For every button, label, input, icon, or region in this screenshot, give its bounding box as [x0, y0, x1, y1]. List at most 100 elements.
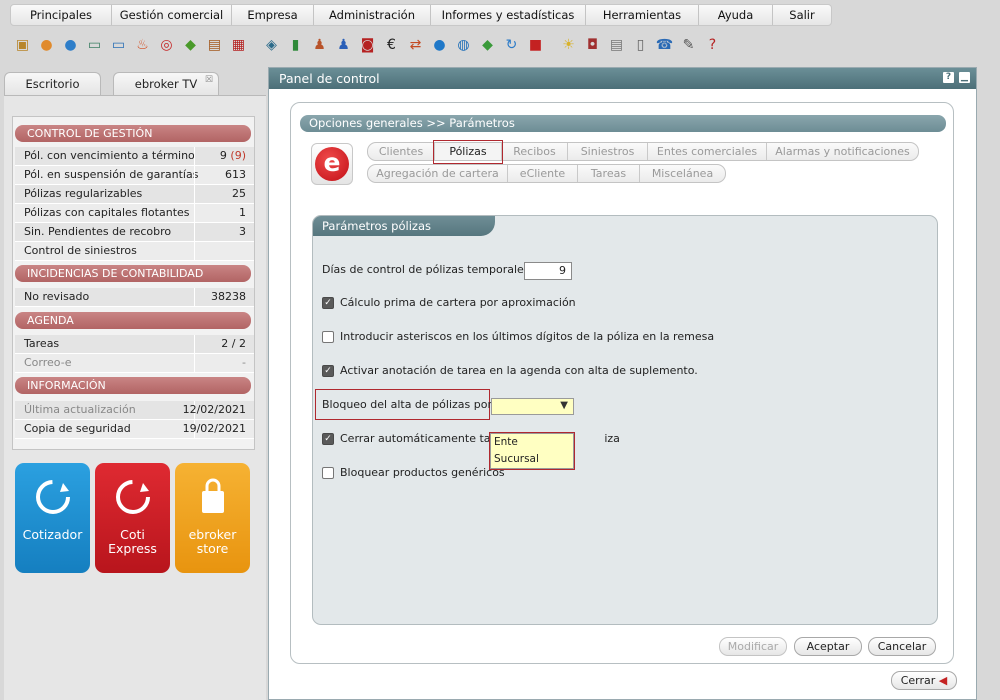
- bloqueo-select[interactable]: ▼: [491, 398, 574, 415]
- dias-label: Días de control de pólizas temporales: [322, 263, 530, 276]
- minimize-icon[interactable]: ▁: [959, 72, 970, 83]
- globe-icon[interactable]: ◍: [453, 35, 474, 56]
- tab-clientes[interactable]: Clientes: [368, 143, 435, 160]
- euro-icon[interactable]: €: [381, 35, 402, 56]
- tab-recibos[interactable]: Recibos: [502, 143, 568, 160]
- camera-icon[interactable]: ◘: [582, 35, 603, 56]
- agenda-row[interactable]: Tareas 2 / 2: [15, 335, 254, 354]
- menu-ayuda[interactable]: Ayuda: [699, 5, 773, 25]
- note-icon[interactable]: ▤: [606, 35, 627, 56]
- info-row: Copia de seguridad 19/02/2021: [15, 420, 254, 439]
- ebroker-store-tile[interactable]: ebroker store: [175, 463, 250, 573]
- menu-principales[interactable]: Principales: [11, 5, 112, 25]
- shopping-bag-icon: [201, 478, 224, 513]
- help-icon[interactable]: ?: [943, 72, 954, 83]
- control-row[interactable]: Pól. con vencimiento a término 9 (9): [15, 147, 254, 166]
- control-row[interactable]: Pólizas regularizables 25: [15, 185, 254, 204]
- tab-ebroker-tv-label: ebroker TV: [134, 77, 198, 91]
- modificar-button[interactable]: Modificar: [719, 637, 787, 656]
- aceptar-button[interactable]: Aceptar: [794, 637, 862, 656]
- options-tabs-row1: Clientes Pólizas Recibos Siniestros Ente…: [367, 140, 919, 164]
- coti-express-tile[interactable]: Coti Express: [95, 463, 170, 573]
- tab-entes-comerciales[interactable]: Entes comerciales: [648, 143, 767, 160]
- control-row[interactable]: Pólizas con capitales flotantes 1: [15, 204, 254, 223]
- tab-agregacion-cartera[interactable]: Agregación de cartera: [368, 165, 508, 182]
- help-icon[interactable]: ?: [702, 35, 723, 56]
- section-header-informacion: INFORMACIÓN: [15, 377, 251, 394]
- tag-icon[interactable]: ◆: [180, 35, 201, 56]
- check-row[interactable]: Introducir asteriscos en los últimos díg…: [322, 329, 714, 345]
- agenda-row[interactable]: Correo-e -: [15, 354, 254, 373]
- wrench-icon[interactable]: ✎: [678, 35, 699, 56]
- menu-informes[interactable]: Informes y estadísticas: [431, 5, 586, 25]
- cotizador-tile[interactable]: Cotizador: [15, 463, 90, 573]
- card-icon[interactable]: ▭: [84, 35, 105, 56]
- diamond-icon[interactable]: ◆: [477, 35, 498, 56]
- g-icon[interactable]: ■: [525, 35, 546, 56]
- tab-miscelanea[interactable]: Miscelánea: [640, 165, 725, 182]
- tab-ebroker-tv[interactable]: ebroker TV ☒: [113, 72, 219, 96]
- menu-empresa[interactable]: Empresa: [232, 5, 314, 25]
- user-blue-icon[interactable]: ●: [60, 35, 81, 56]
- bag-icon[interactable]: ▦: [228, 35, 249, 56]
- checkbox-checked[interactable]: ✓: [322, 365, 334, 377]
- menu-gestion-comercial[interactable]: Gestión comercial: [112, 5, 232, 25]
- circle-e-icon[interactable]: ●: [429, 35, 450, 56]
- exit-icon: ◀: [938, 674, 948, 687]
- tab-tareas[interactable]: Tareas: [578, 165, 640, 182]
- cancelar-button[interactable]: Cancelar: [868, 637, 936, 656]
- check-row[interactable]: ✓ Activar anotación de tarea en la agenda…: [322, 363, 698, 379]
- tab-ecliente[interactable]: eCliente: [508, 165, 578, 182]
- main-menu-bar: Principales Gestión comercial Empresa Ad…: [10, 4, 832, 26]
- tab-siniestros[interactable]: Siniestros: [568, 143, 648, 160]
- refresh-icon[interactable]: ↻: [501, 35, 522, 56]
- check-row[interactable]: Bloquear productos genéricos: [322, 465, 505, 481]
- tab-alarmas[interactable]: Alarmas y notificaciones: [767, 143, 918, 160]
- dropdown-option-ente[interactable]: Ente: [491, 434, 573, 451]
- checkbox-unchecked[interactable]: [322, 467, 334, 479]
- gift-icon[interactable]: ◈: [261, 35, 282, 56]
- bulb-icon[interactable]: ☀: [558, 35, 579, 56]
- check-row[interactable]: ✓ Cálculo prima de cartera por aproximaci…: [322, 295, 576, 311]
- close-icon[interactable]: ☒: [205, 69, 213, 92]
- cerrar-button[interactable]: Cerrar ◀: [891, 671, 957, 690]
- menu-administracion[interactable]: Administración: [314, 5, 431, 25]
- check-row[interactable]: ✓ Cerrar automáticamente tarea iza: [322, 431, 620, 447]
- car-icon[interactable]: ◙: [357, 35, 378, 56]
- target-icon[interactable]: ◎: [156, 35, 177, 56]
- exchange-icon[interactable]: ⇄: [405, 35, 426, 56]
- options-tabs-row2: Agregación de cartera eCliente Tareas Mi…: [367, 164, 726, 183]
- document-icon[interactable]: ▯: [630, 35, 651, 56]
- dias-control-input[interactable]: 9: [524, 262, 572, 280]
- contabilidad-row[interactable]: No revisado 38238: [15, 288, 254, 307]
- tab-polizas[interactable]: Pólizas: [433, 140, 503, 164]
- dialog-title-bar: Panel de control ? ▁: [269, 68, 976, 89]
- tile-label: Cotizador: [22, 527, 83, 542]
- person-red-icon[interactable]: ♟: [309, 35, 330, 56]
- checkbox-unchecked[interactable]: [322, 331, 334, 343]
- control-row[interactable]: Pól. en suspensión de garantías 613: [15, 166, 254, 185]
- dialog-title: Panel de control: [279, 71, 380, 86]
- briefcase-icon[interactable]: ▤: [204, 35, 225, 56]
- tab-escritorio[interactable]: Escritorio: [4, 72, 101, 96]
- dashboard-summary: CONTROL DE GESTIÓN Pól. con vencimiento …: [12, 116, 255, 450]
- section-header-agenda: AGENDA: [15, 312, 251, 329]
- package-icon[interactable]: ▣: [12, 35, 33, 56]
- info-row: Última actualización 12/02/2021: [15, 401, 254, 420]
- person-blue-icon[interactable]: ♟: [333, 35, 354, 56]
- user-orange-icon[interactable]: ●: [36, 35, 57, 56]
- section-header-control: CONTROL DE GESTIÓN: [15, 125, 251, 142]
- dropdown-option-sucursal[interactable]: Sucursal: [491, 451, 573, 468]
- fire-icon[interactable]: ♨: [132, 35, 153, 56]
- control-row[interactable]: Sin. Pendientes de recobro 3: [15, 223, 254, 242]
- checkbox-checked[interactable]: ✓: [322, 297, 334, 309]
- building-icon[interactable]: ▮: [285, 35, 306, 56]
- menu-herramientas[interactable]: Herramientas: [586, 5, 699, 25]
- checkbox-checked[interactable]: ✓: [322, 433, 334, 445]
- menu-salir[interactable]: Salir: [773, 5, 831, 25]
- phone-icon[interactable]: ☎: [654, 35, 675, 56]
- card-blue-icon[interactable]: ▭: [108, 35, 129, 56]
- options-frame: Opciones generales >> Parámetros e Clien…: [290, 102, 954, 664]
- control-row[interactable]: Control de siniestros: [15, 242, 254, 261]
- bloqueo-dropdown-list: Ente Sucursal: [490, 433, 574, 469]
